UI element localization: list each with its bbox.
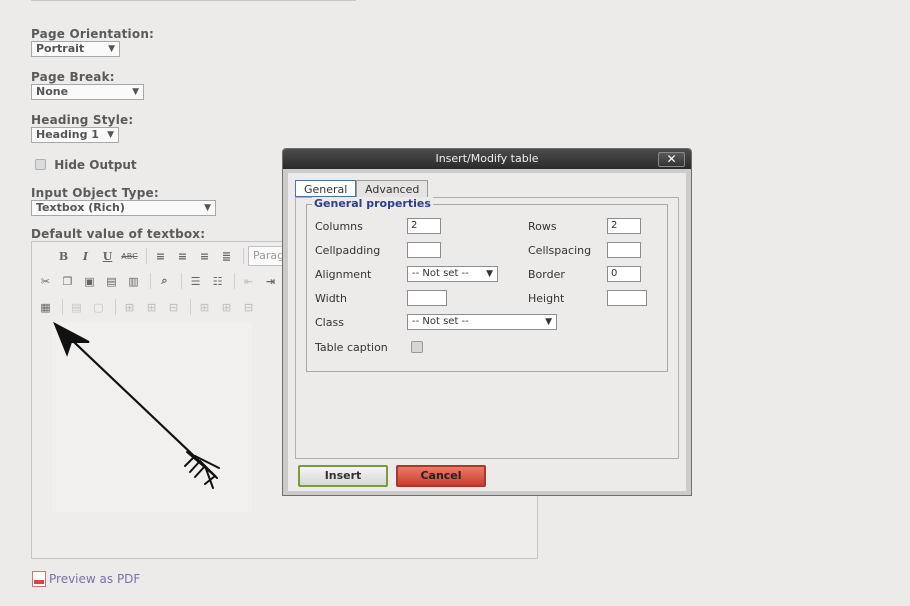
hide-output-checkbox[interactable]	[35, 159, 46, 170]
cellspacing-input[interactable]	[607, 242, 641, 258]
table-icon[interactable]: ▦	[36, 298, 55, 316]
cell-props-icon[interactable]: ▢	[89, 298, 108, 316]
numbered-list-icon[interactable]: ☷	[208, 272, 227, 290]
dropdown-arrow-icon: ▼	[204, 203, 211, 213]
dropdown-arrow-icon: ▼	[486, 269, 493, 279]
page-orientation-value: Portrait	[36, 42, 85, 55]
hide-output-row[interactable]: Hide Output	[35, 158, 137, 172]
columns-label: Columns	[315, 220, 363, 233]
border-input[interactable]: 0	[607, 266, 641, 282]
columns-input[interactable]: 2	[407, 218, 441, 234]
height-label: Height	[528, 292, 565, 305]
bullet-list-icon[interactable]: ☰	[186, 272, 205, 290]
copy-icon[interactable]: ❐	[58, 272, 77, 290]
delete-col-icon[interactable]: ⊟	[239, 298, 258, 316]
input-object-type-value: Textbox (Rich)	[36, 201, 125, 214]
toolbar-separator	[62, 299, 63, 315]
insert-modify-table-dialog: Insert/Modify table ✕ General Advanced G…	[282, 148, 692, 496]
align-left-icon[interactable]: ≡	[151, 247, 170, 265]
toolbar-separator	[234, 273, 235, 289]
page-break-select[interactable]: None ▼	[31, 84, 144, 100]
toolbar-row-1: B I U ABC ≡ ≡ ≡ ≣ Parag	[36, 245, 288, 267]
alignment-select[interactable]: -- Not set -- ▼	[407, 266, 498, 282]
default-value-label: Default value of textbox:	[31, 227, 206, 241]
alignment-value: -- Not set --	[412, 268, 469, 279]
alignment-label: Alignment	[315, 268, 372, 281]
close-icon[interactable]: ✕	[658, 152, 685, 167]
insert-row-before-icon[interactable]: ⊞	[120, 298, 139, 316]
preview-pdf-label: Preview as PDF	[49, 572, 141, 586]
insert-col-after-icon[interactable]: ⊞	[217, 298, 236, 316]
dialog-title: Insert/Modify table	[435, 152, 539, 165]
dialog-body: General Advanced General properties Colu…	[288, 173, 686, 491]
dropdown-arrow-icon: ▼	[107, 130, 114, 140]
hide-output-label: Hide Output	[54, 158, 137, 172]
cancel-button[interactable]: Cancel	[396, 465, 486, 487]
dropdown-arrow-icon: ▼	[132, 87, 139, 97]
toolbar-row-2: ✂ ❐ ▣ ▤ ▥ ⌕ ☰ ☷ ⇤ ⇥	[36, 270, 283, 292]
page-break-value: None	[36, 85, 69, 98]
heading-style-value: Heading 1	[36, 128, 99, 141]
italic-icon[interactable]: I	[76, 247, 95, 265]
annotation-arrow-icon	[53, 321, 220, 489]
table-caption-label: Table caption	[315, 341, 388, 354]
cut-icon[interactable]: ✂	[36, 272, 55, 290]
page-orientation-select[interactable]: Portrait ▼	[31, 41, 120, 57]
page-break-label: Page Break:	[31, 70, 115, 84]
table-caption-checkbox[interactable]	[411, 341, 423, 353]
bold-icon[interactable]: B	[54, 247, 73, 265]
class-select[interactable]: -- Not set -- ▼	[407, 314, 557, 330]
cellspacing-label: Cellspacing	[528, 244, 592, 257]
border-label: Border	[528, 268, 565, 281]
cellpadding-label: Cellpadding	[315, 244, 381, 257]
general-panel: General properties Columns 2 Rows 2 Cell…	[295, 197, 679, 459]
delete-row-icon[interactable]: ⊟	[164, 298, 183, 316]
paste-text-icon[interactable]: ▤	[102, 272, 121, 290]
input-object-type-select[interactable]: Textbox (Rich) ▼	[31, 200, 216, 216]
dialog-titlebar[interactable]: Insert/Modify table ✕	[283, 149, 691, 169]
toolbar-separator	[190, 299, 191, 315]
tab-general[interactable]: General	[295, 180, 357, 197]
toolbar-separator	[115, 299, 116, 315]
input-object-type-label: Input Object Type:	[31, 186, 159, 200]
tab-advanced[interactable]: Advanced	[356, 180, 429, 198]
dropdown-arrow-icon: ▼	[108, 44, 115, 54]
align-justify-icon[interactable]: ≣	[217, 247, 236, 265]
general-properties-legend: General properties	[312, 197, 433, 210]
general-properties-fieldset: General properties Columns 2 Rows 2 Cell…	[306, 197, 668, 372]
strikethrough-icon[interactable]: ABC	[120, 247, 139, 265]
cellpadding-input[interactable]	[407, 242, 441, 258]
top-divider	[31, 0, 356, 1]
paste-word-icon[interactable]: ▥	[124, 272, 143, 290]
find-icon[interactable]: ⌕	[155, 272, 174, 290]
indent-icon[interactable]: ⇥	[261, 272, 280, 290]
toolbar-separator	[146, 248, 147, 264]
rows-input[interactable]: 2	[607, 218, 641, 234]
toolbar-separator	[150, 273, 151, 289]
paste-icon[interactable]: ▣	[80, 272, 99, 290]
width-input[interactable]	[407, 290, 447, 306]
height-input[interactable]	[607, 290, 647, 306]
insert-col-before-icon[interactable]: ⊞	[195, 298, 214, 316]
class-value: -- Not set --	[412, 316, 469, 327]
toolbar-separator	[243, 248, 244, 264]
heading-style-label: Heading Style:	[31, 113, 134, 127]
dropdown-arrow-icon: ▼	[545, 317, 552, 327]
align-right-icon[interactable]: ≡	[195, 247, 214, 265]
outdent-icon[interactable]: ⇤	[239, 272, 258, 290]
rows-label: Rows	[528, 220, 557, 233]
insert-row-after-icon[interactable]: ⊞	[142, 298, 161, 316]
align-center-icon[interactable]: ≡	[173, 247, 192, 265]
pdf-icon	[32, 571, 46, 587]
underline-icon[interactable]: U	[98, 247, 117, 265]
toolbar-separator	[181, 273, 182, 289]
class-label: Class	[315, 316, 344, 329]
toolbar-row-3: ▦ ▤ ▢ ⊞ ⊞ ⊟ ⊞ ⊞ ⊟	[36, 296, 261, 318]
width-label: Width	[315, 292, 347, 305]
row-props-icon[interactable]: ▤	[67, 298, 86, 316]
preview-pdf-link[interactable]: Preview as PDF	[32, 571, 140, 587]
page-orientation-label: Page Orientation:	[31, 27, 155, 41]
insert-button[interactable]: Insert	[298, 465, 388, 487]
heading-style-select[interactable]: Heading 1 ▼	[31, 127, 119, 143]
